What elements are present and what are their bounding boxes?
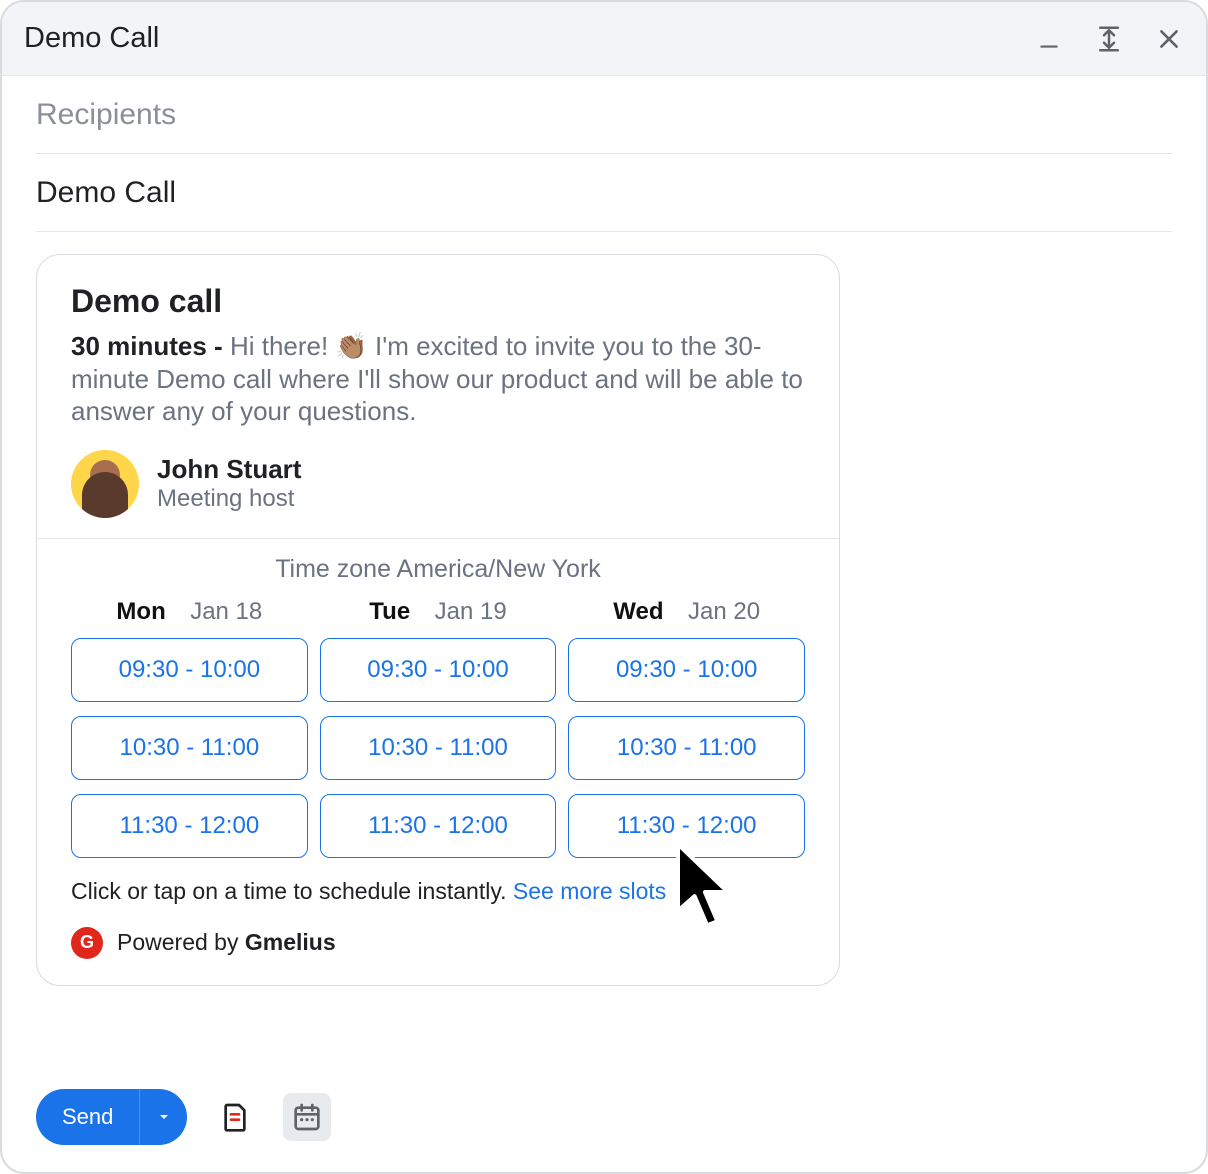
template-icon (219, 1101, 251, 1133)
see-more-slots-link[interactable]: See more slots (513, 878, 666, 904)
instruction-text: Click or tap on a time to schedule insta… (71, 878, 805, 905)
template-button[interactable] (211, 1093, 259, 1141)
day-of-week: Wed (613, 598, 663, 625)
chevron-down-icon (156, 1109, 172, 1125)
host-avatar (71, 450, 139, 518)
send-button-group: Send (36, 1089, 187, 1145)
day-column-tue: Tue Jan 19 09:30 - 10:00 10:30 - 11:00 1… (320, 598, 557, 872)
minimize-button[interactable] (1034, 24, 1064, 54)
powered-text: Powered by Gmelius (117, 929, 336, 956)
invite-duration: 30 minutes - (71, 331, 230, 361)
time-slot-button[interactable]: 11:30 - 12:00 (320, 794, 557, 858)
day-header: Tue Jan 19 (320, 598, 557, 626)
calendar-button[interactable] (283, 1093, 331, 1141)
recipients-placeholder: Recipients (36, 98, 176, 132)
calendar-icon (291, 1101, 323, 1133)
compose-footer: Send (2, 1062, 1206, 1172)
meeting-invite-card: Demo call 30 minutes - Hi there! 👏🏽 I'm … (36, 254, 840, 986)
popout-button[interactable] (1094, 24, 1124, 54)
day-header: Mon Jan 18 (71, 598, 308, 626)
time-slot-button[interactable]: 09:30 - 10:00 (71, 638, 308, 702)
instruction-static: Click or tap on a time to schedule insta… (71, 878, 513, 904)
compose-window: Demo Call Recipients De (0, 0, 1208, 1174)
time-slot-button[interactable]: 10:30 - 11:00 (320, 716, 557, 780)
compose-fields: Recipients Demo Call (2, 76, 1206, 232)
minimize-icon (1036, 26, 1062, 52)
subject-field[interactable]: Demo Call (36, 154, 1172, 232)
host-role: Meeting host (157, 485, 301, 513)
close-icon (1156, 26, 1182, 52)
compose-title: Demo Call (24, 22, 1034, 55)
invite-body: Time zone America/New York Mon Jan 18 09… (37, 539, 839, 985)
popout-icon (1094, 24, 1124, 54)
send-options-button[interactable] (139, 1089, 187, 1145)
recipients-field[interactable]: Recipients (36, 76, 1172, 154)
gmelius-icon: G (71, 927, 103, 959)
day-of-week: Tue (369, 598, 410, 625)
invite-title: Demo call (71, 283, 805, 320)
invite-header: Demo call 30 minutes - Hi there! 👏🏽 I'm … (37, 255, 839, 539)
subject-value: Demo Call (36, 176, 176, 210)
day-column-mon: Mon Jan 18 09:30 - 10:00 10:30 - 11:00 1… (71, 598, 308, 872)
day-header: Wed Jan 20 (568, 598, 805, 626)
day-date: Jan 20 (688, 598, 760, 625)
time-slot-button[interactable]: 09:30 - 10:00 (320, 638, 557, 702)
time-slot-button[interactable]: 10:30 - 11:00 (71, 716, 308, 780)
close-button[interactable] (1154, 24, 1184, 54)
send-button[interactable]: Send (36, 1089, 139, 1145)
compose-body[interactable]: Demo call 30 minutes - Hi there! 👏🏽 I'm … (2, 232, 1206, 1062)
powered-by-row: G Powered by Gmelius (71, 927, 805, 959)
compose-header: Demo Call (2, 2, 1206, 76)
timezone-label: Time zone America/New York (71, 555, 805, 584)
invite-description: 30 minutes - Hi there! 👏🏽 I'm excited to… (71, 330, 805, 428)
day-date: Jan 18 (190, 598, 262, 625)
day-date: Jan 19 (435, 598, 507, 625)
host-name: John Stuart (157, 454, 301, 485)
day-column-wed: Wed Jan 20 09:30 - 10:00 10:30 - 11:00 1… (568, 598, 805, 872)
host-info: John Stuart Meeting host (157, 454, 301, 513)
time-slot-button[interactable]: 10:30 - 11:00 (568, 716, 805, 780)
host-row: John Stuart Meeting host (71, 450, 805, 518)
time-slot-button[interactable]: 11:30 - 12:00 (71, 794, 308, 858)
time-slot-button[interactable]: 11:30 - 12:00 (568, 794, 805, 858)
day-of-week: Mon (116, 598, 165, 625)
header-actions (1034, 24, 1184, 54)
days-row: Mon Jan 18 09:30 - 10:00 10:30 - 11:00 1… (71, 598, 805, 872)
time-slot-button[interactable]: 09:30 - 10:00 (568, 638, 805, 702)
powered-brand: Gmelius (245, 929, 336, 955)
powered-prefix: Powered by (117, 929, 245, 955)
